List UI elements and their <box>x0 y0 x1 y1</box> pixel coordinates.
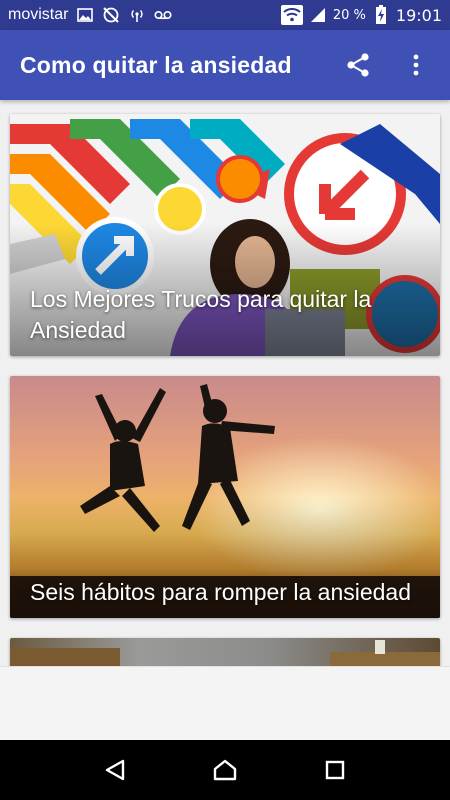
article-card[interactable]: Seis hábitos para romper la ansiedad <box>10 376 440 618</box>
battery-percent: 20 % <box>332 7 366 23</box>
article-card[interactable] <box>10 638 440 666</box>
home-icon <box>213 759 237 781</box>
wifi-icon <box>280 5 303 25</box>
article-image <box>10 638 440 666</box>
article-card[interactable]: Los Mejores Trucos para quitar la Ansied… <box>10 114 440 356</box>
battery-charging-icon <box>372 5 390 24</box>
system-nav-bar <box>0 740 450 800</box>
article-list: Los Mejores Trucos para quitar la Ansied… <box>0 100 450 666</box>
carrier-name: movistar <box>8 6 69 23</box>
recents-icon <box>325 760 345 780</box>
overflow-menu-button[interactable] <box>398 47 434 83</box>
back-button[interactable] <box>91 746 139 794</box>
voicemail-icon <box>154 6 173 24</box>
clock: 19:01 <box>395 5 442 25</box>
article-title: Seis hábitos para romper la ansiedad <box>30 579 412 605</box>
status-bar: movistar 20 % 19:01 <box>0 0 450 30</box>
article-title: Los Mejores Trucos para quitar la Ansied… <box>30 286 372 343</box>
app-title: Como quitar la ansiedad <box>20 51 292 78</box>
share-icon <box>347 53 369 77</box>
list-bottom-area <box>0 666 450 740</box>
image-icon <box>76 6 94 24</box>
recents-button[interactable] <box>311 746 359 794</box>
share-button[interactable] <box>340 47 376 83</box>
app-bar: Como quitar la ansiedad <box>0 30 450 100</box>
hotspot-icon <box>128 6 146 24</box>
back-icon <box>105 759 125 781</box>
signal-icon <box>309 6 327 24</box>
sync-off-icon <box>102 6 120 24</box>
home-button[interactable] <box>201 746 249 794</box>
overflow-menu-icon <box>413 54 419 76</box>
